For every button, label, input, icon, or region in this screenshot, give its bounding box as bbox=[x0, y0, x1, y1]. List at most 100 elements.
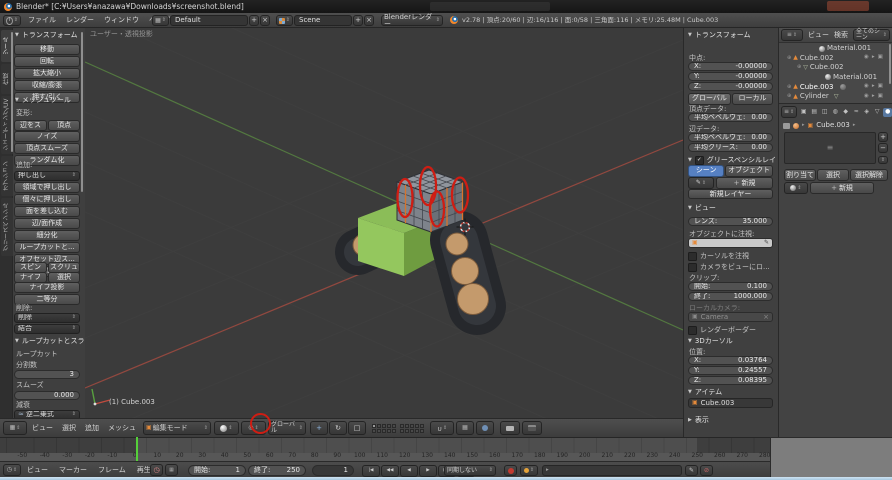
layer-widget[interactable] bbox=[372, 424, 424, 433]
current-frame-field[interactable]: 1 bbox=[312, 465, 354, 476]
layer-cell[interactable] bbox=[392, 424, 396, 428]
properties-tab-icon[interactable]: ◈ bbox=[862, 108, 871, 117]
tool-button[interactable]: 収縮/膨張 bbox=[14, 80, 80, 92]
cursor-x-field[interactable]: X:0.03764 bbox=[688, 356, 773, 365]
layer-cell[interactable] bbox=[420, 424, 424, 428]
tool-button[interactable]: 回転 bbox=[14, 56, 80, 68]
viewport-menu-item[interactable]: 選択 bbox=[62, 425, 76, 432]
material-slot-list[interactable]: ≡ bbox=[784, 132, 876, 164]
tool-button[interactable]: 移動 bbox=[14, 44, 80, 56]
delete-dropdown[interactable]: 削除 ⇕ bbox=[14, 313, 80, 323]
manipulator-scale-button[interactable]: □ bbox=[348, 421, 366, 435]
local-button[interactable]: ローカル bbox=[732, 93, 773, 105]
insert-keyframe-button[interactable]: ✎ bbox=[685, 465, 698, 476]
expander-icon[interactable]: ⊕ bbox=[787, 85, 791, 90]
mode-select[interactable]: ▣ 編集モード ⇕ bbox=[143, 421, 211, 435]
viewport-menu-item[interactable]: 追加 bbox=[85, 425, 99, 432]
viewport-3d[interactable]: ユーザー・透視投影 (1) Cube.003 bbox=[85, 28, 683, 418]
delete-keyframe-button[interactable]: ⊘ bbox=[700, 465, 713, 476]
layers-left-group[interactable] bbox=[372, 424, 396, 433]
renderable-icon[interactable]: ▣ bbox=[878, 84, 883, 90]
mean-bevel-weight-edge-field[interactable]: 平均ベベルウェ:0.00 bbox=[688, 133, 773, 142]
gp-object-button[interactable]: オブジェクト bbox=[725, 165, 773, 177]
proportional-edit-button[interactable] bbox=[476, 421, 494, 435]
outliner-row-cylinder[interactable]: ⊕ ▲ Cylinder ▽ bbox=[787, 92, 838, 101]
clip-start-field[interactable]: 開始:0.100 bbox=[688, 282, 773, 291]
delete-scene-button[interactable]: × bbox=[364, 15, 374, 26]
layer-cell[interactable] bbox=[377, 429, 381, 433]
viewport-menu-item[interactable]: メッシュ bbox=[108, 425, 136, 432]
expander-icon[interactable]: ⊕ bbox=[797, 65, 801, 70]
properties-tab-icon[interactable]: ● bbox=[883, 108, 892, 117]
lock-object-field[interactable]: ▣ ✎ bbox=[688, 238, 773, 248]
tool-button[interactable]: 領域で押し出し bbox=[14, 182, 80, 194]
tool-button[interactable]: 個々に押し出し bbox=[14, 194, 80, 206]
gp-new-button[interactable]: + 新規 bbox=[716, 177, 773, 189]
lock-time-button[interactable]: ▦ bbox=[165, 464, 178, 476]
eye-icon[interactable]: ◉ bbox=[864, 55, 869, 61]
material-specials-button[interactable]: ⇕ bbox=[878, 156, 888, 164]
layer-cell[interactable] bbox=[377, 424, 381, 428]
timeline-menu-item[interactable]: フレーム bbox=[98, 467, 126, 474]
browse-material-button[interactable]: ⇕ bbox=[784, 182, 808, 194]
tool-button[interactable]: 辺/面作成 bbox=[14, 218, 80, 230]
clip-end-field[interactable]: 終了:1000.000 bbox=[688, 292, 773, 301]
layer-cell[interactable] bbox=[405, 424, 409, 428]
tool-button[interactable]: 細分化 bbox=[14, 230, 80, 242]
renderable-icon[interactable]: ▣ bbox=[878, 55, 883, 61]
tool-button[interactable]: ノイズ bbox=[14, 131, 80, 143]
frame-start-field[interactable]: 開始: 1 bbox=[188, 465, 246, 476]
snap-toggle[interactable]: ∩ ⇕ bbox=[430, 421, 454, 435]
add-material-slot-button[interactable]: + bbox=[878, 132, 888, 142]
layer-cell[interactable] bbox=[410, 429, 414, 433]
properties-tab-icon[interactable]: ▽ bbox=[873, 108, 882, 117]
screen-layout-field[interactable]: Default bbox=[170, 15, 248, 26]
expander-icon[interactable]: ⊕ bbox=[787, 56, 791, 61]
manipulator-rotate-button[interactable]: ↻ bbox=[329, 421, 347, 435]
scene-icon-button[interactable]: ⇕ bbox=[276, 15, 293, 26]
add-scene-button[interactable]: + bbox=[353, 15, 363, 26]
auto-keyframe-button[interactable] bbox=[504, 465, 517, 476]
gp-checkbox[interactable]: ✓ bbox=[695, 156, 704, 165]
layer-cell[interactable] bbox=[400, 424, 404, 428]
layer-cell[interactable] bbox=[400, 429, 404, 433]
sync-mode-select[interactable]: 同期しない ⇕ bbox=[444, 465, 496, 476]
global-button[interactable]: グローバル bbox=[688, 93, 731, 105]
menu-item[interactable]: ウィンドウ bbox=[104, 17, 139, 24]
layer-cell[interactable] bbox=[420, 429, 424, 433]
remove-material-slot-button[interactable]: − bbox=[878, 143, 888, 153]
playback-button[interactable]: ▶ bbox=[419, 465, 437, 477]
delete-layout-button[interactable]: × bbox=[260, 15, 270, 26]
median-z-field[interactable]: Z:-0.00000 bbox=[688, 82, 773, 91]
timeline-menu-item[interactable]: マーカー bbox=[59, 467, 87, 474]
tool-button[interactable]: 面を差し込む bbox=[14, 206, 80, 218]
vertex-slide-button[interactable]: 頂点 bbox=[48, 120, 80, 132]
meshtools-panel-header[interactable]: ▼ メッシュツール bbox=[15, 97, 71, 104]
merge-dropdown[interactable]: 結合 ⇕ bbox=[14, 324, 80, 334]
layer-cell-active[interactable] bbox=[372, 424, 376, 428]
outliner-scope-select[interactable]: 全てのシーン ⇕ bbox=[853, 29, 890, 41]
cursor-panel-header[interactable]: ▼ 3Dカーソル bbox=[688, 338, 733, 345]
expander-icon[interactable]: ⊕ bbox=[787, 94, 791, 99]
timeline-content[interactable] bbox=[0, 437, 770, 453]
properties-tab-icon[interactable]: ▤ bbox=[810, 108, 819, 117]
editor-type-info-button[interactable]: i ⇕ bbox=[3, 15, 21, 26]
toolshelf-tab-grease-pencil[interactable]: グリースペンシル bbox=[1, 198, 13, 256]
layer-cell[interactable] bbox=[410, 424, 414, 428]
timeline-ruler[interactable]: -50-40-30-20-100102030405060708090100110… bbox=[0, 453, 770, 461]
new-material-button[interactable]: + 新規 bbox=[810, 182, 874, 194]
toolshelf-tab-options[interactable]: オプション bbox=[1, 156, 13, 196]
render-border-checkbox[interactable] bbox=[688, 326, 697, 335]
layer-cell[interactable] bbox=[392, 429, 396, 433]
menu-item[interactable]: ファイル bbox=[28, 17, 56, 24]
auto-keying-mode-select[interactable]: ⇕ bbox=[520, 465, 538, 476]
editor-type-timeline-button[interactable]: ◷ ⇕ bbox=[3, 464, 21, 476]
layer-cell[interactable] bbox=[405, 429, 409, 433]
editor-type-properties-button[interactable]: ≡ ⇕ bbox=[781, 106, 797, 118]
selectable-icon[interactable]: ▸ bbox=[872, 55, 875, 61]
layer-cell[interactable] bbox=[382, 429, 386, 433]
display-panel-header[interactable]: ▶ 表示 bbox=[688, 417, 709, 424]
editor-type-3dview-button[interactable]: ▦ ⇕ bbox=[3, 421, 27, 435]
layer-cell[interactable] bbox=[387, 424, 391, 428]
eye-icon[interactable]: ◉ bbox=[864, 84, 869, 90]
